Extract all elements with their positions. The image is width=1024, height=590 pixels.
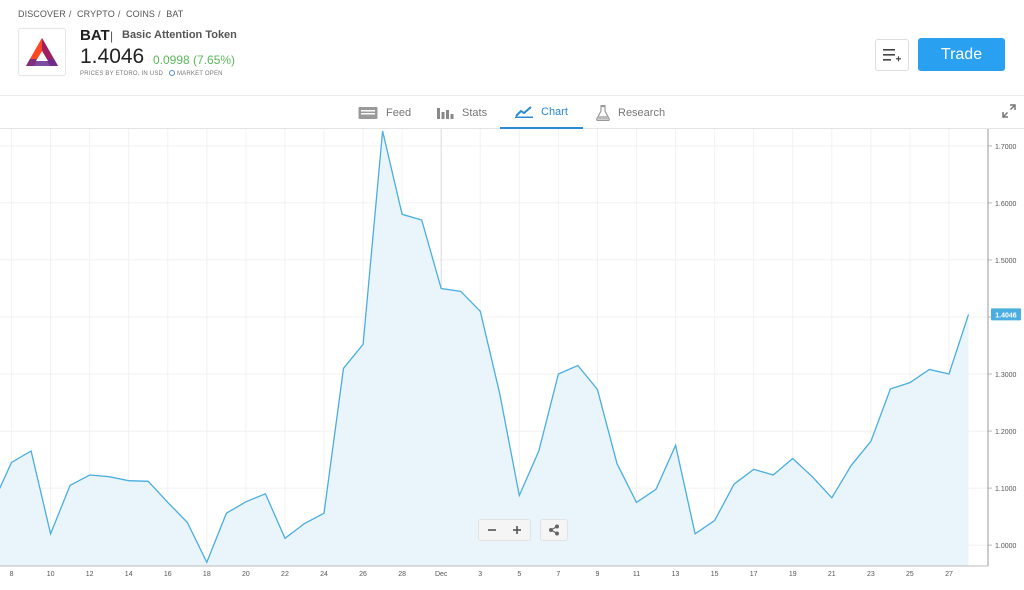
x-tick-label: 23 [867,571,875,578]
x-tick-label: 24 [320,571,328,578]
breadcrumb-crypto[interactable]: CRYPTO [77,9,115,19]
prices-note: PRICES BY ETORO, IN USD [80,71,164,77]
price-meta: PRICES BY ETORO, IN USD MARKET OPEN [80,70,223,77]
price-chart-svg: 1.70001.60001.50001.40001.30001.20001.10… [0,129,1021,578]
tab-feed-label: Feed [386,106,412,119]
x-tick-label: 11 [633,571,640,578]
x-tick-label: 15 [711,571,719,578]
tab-chart-label: Chart [541,105,568,118]
instrument-logo [18,28,66,76]
y-tick-label: 1.3000 [995,372,1017,379]
instrument-name: Basic Attention Token [122,29,237,41]
y-tick-label: 1.2000 [995,429,1017,436]
x-tick-label: 10 [47,571,55,578]
tab-stats-label: Stats [462,106,488,119]
x-tick-label: 3 [478,571,482,578]
x-tick-label: 5 [517,571,521,578]
x-tick-label: 22 [281,571,289,578]
price-area [0,131,969,566]
x-tick-label: 16 [164,571,172,578]
minus-icon [487,529,496,531]
expand-icon [1002,104,1016,118]
x-tick-label: Dec [435,571,448,578]
title-separator: | [110,29,114,43]
x-tick-label: 21 [828,571,836,578]
price-change: 0.0998 (7.65%) [153,53,236,67]
x-tick-label: 8 [10,571,14,578]
zoom-control [478,519,531,541]
x-tick-label: 14 [125,571,133,578]
y-tick-label: 1.1000 [995,486,1017,493]
breadcrumb-discover[interactable]: DISCOVER [18,9,66,19]
feed-icon [358,106,378,119]
x-tick-label: 7 [556,571,560,578]
zoom-out-button[interactable] [479,520,505,540]
y-tick-label: 1.5000 [995,258,1017,265]
y-tick-label: 1.6000 [995,201,1017,208]
instrument-ticker: BAT [80,27,110,44]
x-tick-label: 18 [203,571,211,578]
trade-button[interactable]: Trade [918,38,1005,71]
x-tick-label: 27 [945,571,953,578]
x-tick-label: 19 [789,571,797,578]
tab-chart[interactable]: Chart [500,96,583,129]
breadcrumb-coins[interactable]: COINS [126,9,155,19]
tab-research-label: Research [618,106,666,119]
fullscreen-button[interactable] [1002,104,1016,123]
plus-icon [513,526,522,534]
chart-icon [515,106,533,118]
x-tick-label: 12 [86,571,94,578]
breadcrumb-bat: BAT [166,9,184,19]
stats-icon [437,108,454,119]
x-tick-label: 28 [398,571,406,578]
zoom-in-button[interactable] [505,520,531,540]
x-tick-label: 20 [242,571,250,578]
research-icon [596,104,610,121]
y-tick-label: 1.0000 [995,543,1017,550]
tab-stats[interactable]: Stats [437,96,487,129]
breadcrumb: DISCOVER / CRYPTO / COINS / BAT [18,9,184,19]
add-to-watchlist-button[interactable] [875,39,909,71]
tab-feed[interactable]: Feed [358,96,411,129]
x-tick-label: 17 [750,571,758,578]
x-tick-label: 26 [359,571,367,578]
current-price: 1.4046 [80,45,145,68]
y-tick-label: 1.7000 [995,144,1017,151]
x-tick-label: 25 [906,571,914,578]
share-icon [549,524,559,536]
share-chart-button[interactable] [540,519,568,541]
price-chart[interactable]: 1.70001.60001.50001.40001.30001.20001.10… [0,129,1024,585]
watchlist-add-icon [883,49,901,62]
x-tick-label: 9 [595,571,599,578]
tab-research[interactable]: Research [596,96,665,129]
x-tick-label: 13 [672,571,680,578]
clock-icon [168,70,175,76]
market-status: MARKET OPEN [176,71,223,77]
bat-logo-icon [26,38,58,66]
current-price-label: 1.4046 [995,312,1017,319]
instrument-tabs: Feed Stats Chart Research [0,95,1024,129]
